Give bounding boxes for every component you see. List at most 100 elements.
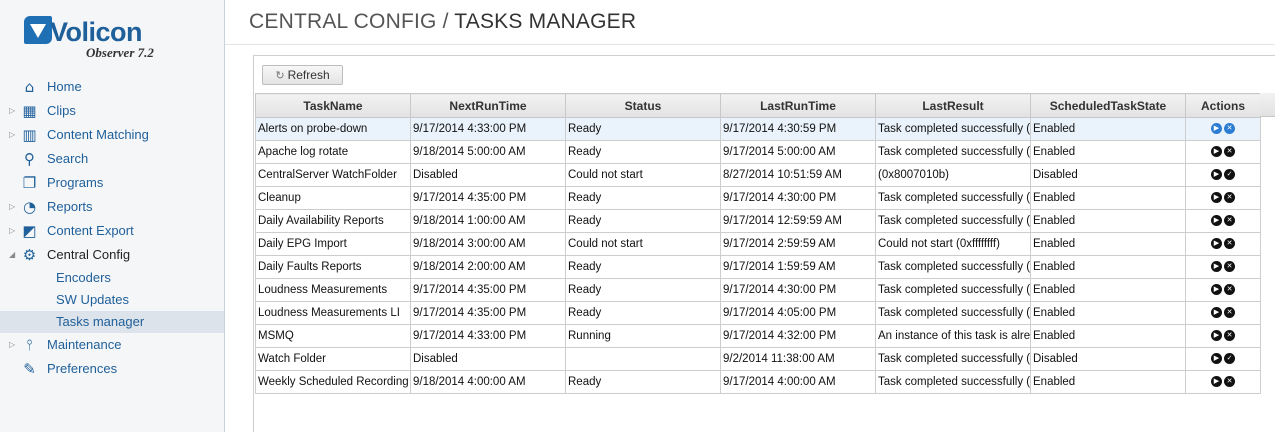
- run-task-icon[interactable]: ▶: [1211, 376, 1222, 388]
- sidebar-item-preferences[interactable]: ✎ Preferences: [0, 357, 224, 381]
- cell-last: 9/17/2014 4:05:00 PM: [720, 301, 876, 325]
- sidebar-item-maintenance[interactable]: ▷ ⫯ Maintenance: [0, 333, 224, 357]
- run-task-icon[interactable]: ▶: [1211, 330, 1222, 342]
- sidebar-subitem-encoders[interactable]: Encoders: [0, 267, 224, 289]
- column-header-lastruntime[interactable]: LastRunTime: [720, 93, 876, 118]
- sidebar-item-search[interactable]: ⚲ Search: [0, 147, 224, 171]
- sidebar-item-label: Content Matching: [47, 127, 149, 142]
- sidebar-item-content-export[interactable]: ▷ ◩ Content Export: [0, 219, 224, 243]
- table-row[interactable]: Apache log rotate 9/18/2014 5:00:00 AM Rea…: [255, 140, 1261, 164]
- breadcrumb-current: TASKS MANAGER: [454, 10, 637, 33]
- disable-task-icon[interactable]: ✕: [1224, 376, 1235, 388]
- cell-last: 9/17/2014 5:00:00 AM: [720, 140, 876, 164]
- home-icon: ⌂: [24, 78, 35, 96]
- run-task-icon[interactable]: ▶: [1211, 169, 1222, 181]
- table-row[interactable]: Daily EPG Import 9/18/2014 3:00:00 AM Coul…: [255, 232, 1261, 256]
- sidebar-item-programs[interactable]: ❐ Programs: [0, 171, 224, 195]
- sidebar-subitem-tasks-manager[interactable]: Tasks manager: [0, 311, 224, 333]
- table-row[interactable]: Loudness Measurements 9/17/2014 4:35:00 P…: [255, 278, 1261, 302]
- table-row[interactable]: Daily Faults Reports 9/18/2014 2:00:00 AM…: [255, 255, 1261, 279]
- tasks-panel: ↻ Refresh TaskName NextRunTime Status LastRu…: [253, 55, 1275, 432]
- sidebar-item-label: Central Config: [47, 247, 131, 262]
- cell-status: Could not start: [565, 232, 721, 256]
- column-header-lastresult[interactable]: LastResult: [875, 93, 1031, 118]
- disable-task-icon[interactable]: ✕: [1224, 261, 1235, 273]
- cell-result: Task completed successfully (0: [875, 209, 1031, 233]
- cell-next: 9/17/2014 4:35:00 PM: [410, 186, 566, 210]
- disable-task-icon[interactable]: ✕: [1224, 215, 1235, 227]
- run-task-icon[interactable]: ▶: [1211, 192, 1222, 204]
- cell-result: Task completed successfully (0: [875, 278, 1031, 302]
- sidebar-subitem-sw-updates[interactable]: SW Updates: [0, 289, 224, 311]
- column-header-nextruntime[interactable]: NextRunTime: [410, 93, 566, 118]
- disable-task-icon[interactable]: ✕: [1224, 192, 1235, 204]
- tasks-grid: TaskName NextRunTime Status LastRunTime Last…: [255, 93, 1275, 394]
- cell-actions: ▶ ✕: [1185, 324, 1261, 348]
- cell-name: Watch Folder: [255, 347, 411, 371]
- cell-state: Enabled: [1030, 278, 1186, 302]
- cell-next: Disabled: [410, 163, 566, 187]
- column-header-taskname[interactable]: TaskName: [255, 93, 411, 118]
- cell-result: Task completed successfully (0: [875, 140, 1031, 164]
- sidebar-item-label: Reports: [47, 199, 93, 214]
- disable-task-icon[interactable]: ✕: [1224, 284, 1235, 296]
- sidebar-item-reports[interactable]: ▷ ◔ Reports: [0, 195, 224, 219]
- disable-task-icon[interactable]: ✕: [1224, 146, 1235, 158]
- table-row[interactable]: Cleanup 9/17/2014 4:35:00 PM Ready 9/17/201…: [255, 186, 1261, 210]
- cell-last: 9/17/2014 4:00:00 AM: [720, 370, 876, 394]
- table-row[interactable]: Loudness Measurements LI 9/17/2014 4:35:0…: [255, 301, 1261, 325]
- cell-result: Task completed successfully (0: [875, 186, 1031, 210]
- table-row[interactable]: Weekly Scheduled Recording L 9/18/2014 4:…: [255, 370, 1261, 394]
- cell-status: Ready: [565, 255, 721, 279]
- cell-name: Apache log rotate: [255, 140, 411, 164]
- cell-result: Task completed successfully (0: [875, 117, 1031, 141]
- run-task-icon[interactable]: ▶: [1211, 215, 1222, 227]
- cell-result: Task completed successfully (0: [875, 301, 1031, 325]
- tasks-table: TaskName NextRunTime Status LastRunTime Last…: [255, 93, 1261, 394]
- column-header-scheduledtaskstate[interactable]: ScheduledTaskState: [1030, 93, 1186, 118]
- column-header-actions[interactable]: Actions: [1185, 93, 1261, 118]
- sidebar-item-label: Maintenance: [47, 337, 122, 352]
- cell-name: Daily Faults Reports: [255, 255, 411, 279]
- cell-status: Could not start: [565, 163, 721, 187]
- volicon-logo[interactable]: Volicon Observer 7.2: [24, 14, 194, 64]
- disable-task-icon[interactable]: ✕: [1224, 123, 1235, 135]
- maintenance-icon: ⫯: [26, 336, 33, 354]
- run-task-icon[interactable]: ▶: [1211, 261, 1222, 273]
- run-task-icon[interactable]: ▶: [1211, 123, 1222, 135]
- expand-arrow-icon[interactable]: ▷: [9, 195, 15, 219]
- run-task-icon[interactable]: ▶: [1211, 238, 1222, 250]
- table-row[interactable]: CentralServer WatchFolder Disabled Could n…: [255, 163, 1261, 187]
- table-row[interactable]: MSMQ 9/17/2014 4:33:00 PM Running 9/17/2014…: [255, 324, 1261, 348]
- cell-last: 9/17/2014 1:59:59 AM: [720, 255, 876, 279]
- disable-task-icon[interactable]: ✕: [1224, 330, 1235, 342]
- cell-actions: ▶ ✕: [1185, 301, 1261, 325]
- enable-task-icon[interactable]: ✓: [1224, 353, 1235, 365]
- expand-arrow-icon[interactable]: ▷: [9, 219, 15, 243]
- table-row[interactable]: Alerts on probe-down 9/17/2014 4:33:00 PM…: [255, 117, 1261, 141]
- refresh-button[interactable]: ↻ Refresh: [262, 65, 343, 85]
- sidebar-item-home[interactable]: ⌂ Home: [0, 75, 224, 99]
- collapse-arrow-icon[interactable]: ◢: [9, 243, 15, 267]
- cell-name: CentralServer WatchFolder: [255, 163, 411, 187]
- sidebar-item-central-config[interactable]: ◢ ⚙ Central Config: [0, 243, 224, 267]
- expand-arrow-icon[interactable]: ▷: [9, 333, 15, 357]
- run-task-icon[interactable]: ▶: [1211, 284, 1222, 296]
- breadcrumb-section[interactable]: CENTRAL CONFIG: [249, 10, 437, 33]
- cell-next: 9/17/2014 4:35:00 PM: [410, 278, 566, 302]
- disable-task-icon[interactable]: ✕: [1224, 307, 1235, 319]
- table-row[interactable]: Watch Folder Disabled 9/2/2014 11:38:00 AM…: [255, 347, 1261, 371]
- column-header-status[interactable]: Status: [565, 93, 721, 118]
- table-row[interactable]: Daily Availability Reports 9/18/2014 1:00…: [255, 209, 1261, 233]
- disable-task-icon[interactable]: ✕: [1224, 238, 1235, 250]
- sidebar-item-content-matching[interactable]: ▷ ▥ Content Matching: [0, 123, 224, 147]
- enable-task-icon[interactable]: ✓: [1224, 169, 1235, 181]
- expand-arrow-icon[interactable]: ▷: [9, 123, 15, 147]
- run-task-icon[interactable]: ▶: [1211, 353, 1222, 365]
- run-task-icon[interactable]: ▶: [1211, 146, 1222, 158]
- expand-arrow-icon[interactable]: ▷: [9, 99, 15, 123]
- run-task-icon[interactable]: ▶: [1211, 307, 1222, 319]
- sidebar-item-clips[interactable]: ▷ ▦ Clips: [0, 99, 224, 123]
- cell-name: Cleanup: [255, 186, 411, 210]
- cell-result: (0x8007010b): [875, 163, 1031, 187]
